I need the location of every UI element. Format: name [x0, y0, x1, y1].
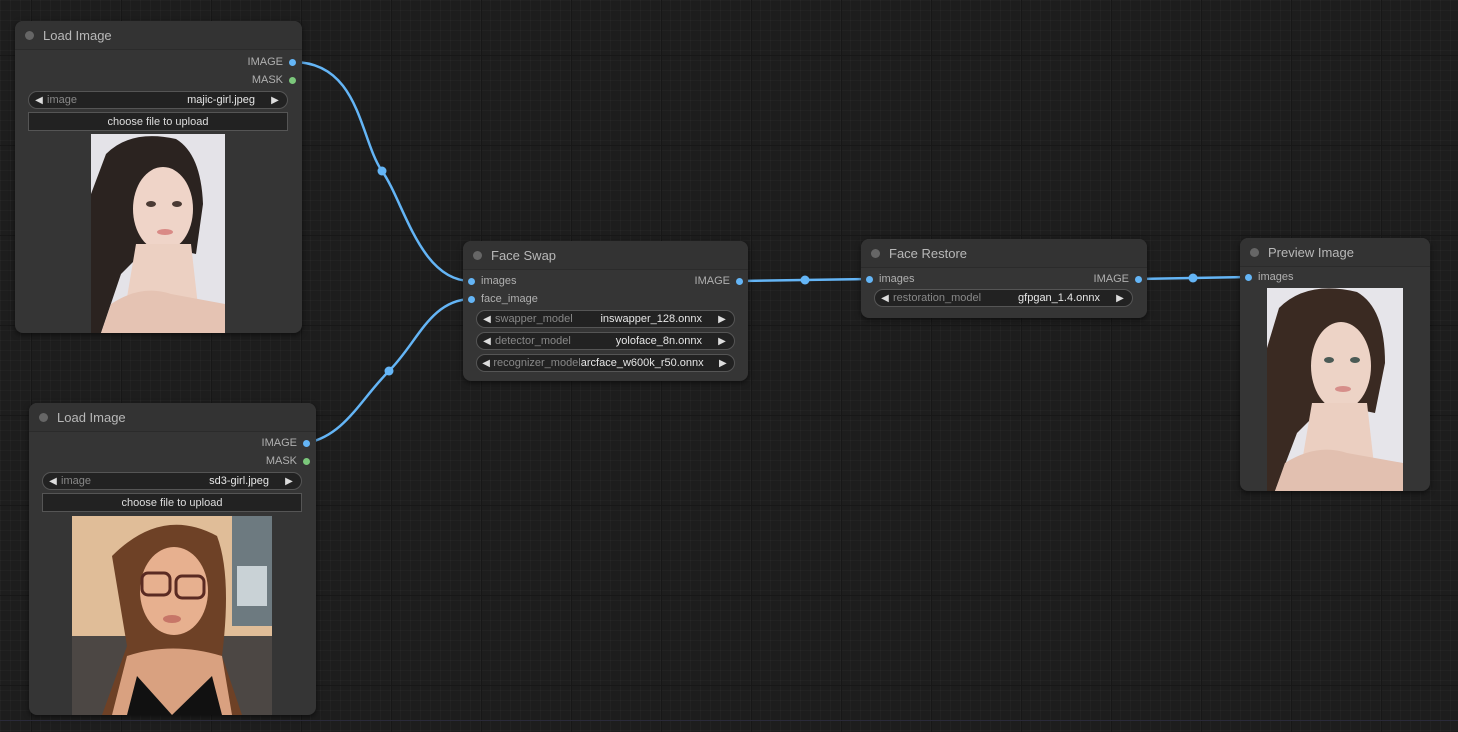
image-slot-dot-icon[interactable] [736, 277, 743, 285]
recognizer-model-combo[interactable]: ◀ recognizer_model arcface_w600k_r50.onn… [476, 354, 735, 372]
face-restore-node[interactable]: Face Restore images IMAGE ◀ restoration_… [861, 239, 1147, 318]
link-load-image-1-to-face-swap[interactable] [291, 60, 473, 283]
node-title-bar[interactable]: Face Restore [861, 239, 1147, 268]
arrow-left-icon[interactable]: ◀ [33, 95, 45, 106]
input-slot-images[interactable]: images [1245, 269, 1293, 285]
input-slot-face-image[interactable]: face_image [468, 291, 538, 307]
arrow-right-icon[interactable]: ▶ [269, 95, 281, 106]
image-preview-thumbnail [72, 516, 272, 715]
image-slot-dot-icon[interactable] [1135, 275, 1142, 283]
face-swap-node[interactable]: Face Swap images face_image IMAGE ◀ swap… [463, 241, 748, 381]
choose-file-upload-button[interactable]: choose file to upload [42, 493, 302, 512]
slot-label: MASK [265, 455, 297, 467]
link-midpoint-handle[interactable] [800, 275, 810, 285]
collapse-dot-icon[interactable] [25, 30, 34, 40]
widget-value[interactable]: sd3-girl.jpeg [209, 475, 269, 487]
node-title: Preview Image [1268, 244, 1354, 260]
widget-label: restoration_model [893, 292, 982, 304]
output-slot-image[interactable]: IMAGE [695, 273, 743, 289]
load-image-node-1[interactable]: Load Image IMAGE MASK ◀ image majic-girl… [15, 21, 302, 333]
preview-image-node[interactable]: Preview Image images [1240, 238, 1430, 491]
link-midpoint-handle[interactable] [377, 166, 387, 176]
node-title: Load Image [57, 409, 126, 425]
slot-label: MASK [251, 74, 283, 86]
node-title-bar[interactable]: Load Image [15, 21, 302, 50]
node-title: Face Swap [491, 247, 557, 263]
collapse-dot-icon[interactable] [871, 248, 880, 258]
canvas-bottom-edge [0, 720, 1458, 721]
swapper-model-combo[interactable]: ◀ swapper_model inswapper_128.onnx ▶ [476, 310, 735, 328]
collapse-dot-icon[interactable] [39, 412, 48, 422]
image-combo-widget[interactable]: ◀ image majic-girl.jpeg ▶ [28, 91, 288, 109]
widget-label: detector_model [495, 335, 571, 347]
output-image-preview [1267, 288, 1403, 491]
image-slot-dot-icon[interactable] [1245, 273, 1252, 281]
output-slot-image[interactable]: IMAGE [262, 435, 310, 451]
link-face-swap-to-face-restore[interactable] [739, 277, 871, 283]
image-slot-dot-icon[interactable] [468, 295, 475, 303]
arrow-left-icon[interactable]: ◀ [481, 336, 493, 347]
output-slot-image[interactable]: IMAGE [1094, 271, 1142, 287]
image-preview-thumbnail [91, 134, 225, 333]
widget-label: swapper_model [495, 313, 573, 325]
slot-label: IMAGE [247, 56, 283, 68]
link-face-restore-to-preview[interactable] [1136, 275, 1250, 281]
slot-label: face_image [481, 293, 538, 305]
slot-label: images [879, 273, 915, 285]
load-image-node-2[interactable]: Load Image IMAGE MASK ◀ image sd3-girl.j… [29, 403, 316, 715]
output-slot-mask[interactable]: MASK [266, 453, 310, 469]
node-graph-canvas[interactable]: Load Image IMAGE MASK ◀ image majic-girl… [0, 0, 1458, 732]
link-load-image-2-to-face-swap[interactable] [305, 297, 473, 445]
widget-value[interactable]: arcface_w600k_r50.onnx [581, 357, 704, 369]
arrow-right-icon[interactable]: ▶ [716, 314, 728, 325]
slot-label: IMAGE [1093, 273, 1129, 285]
arrow-right-icon[interactable]: ▶ [1114, 293, 1126, 304]
image-slot-dot-icon[interactable] [468, 277, 475, 285]
mask-slot-dot-icon[interactable] [289, 76, 296, 84]
node-title-bar[interactable]: Preview Image [1240, 238, 1430, 267]
widget-value[interactable]: gfpgan_1.4.onnx [1018, 292, 1100, 304]
arrow-left-icon[interactable]: ◀ [879, 293, 891, 304]
arrow-right-icon[interactable]: ▶ [716, 336, 728, 347]
link-midpoint-handle[interactable] [384, 366, 394, 376]
widget-label: image [47, 94, 77, 106]
slot-label: IMAGE [261, 437, 297, 449]
input-slot-images[interactable]: images [866, 271, 914, 287]
input-slot-images[interactable]: images [468, 273, 516, 289]
collapse-dot-icon[interactable] [1250, 247, 1259, 257]
slot-label: IMAGE [694, 275, 730, 287]
widget-value[interactable]: yoloface_8n.onnx [616, 335, 702, 347]
link-midpoint-handle[interactable] [1188, 273, 1198, 283]
detector-model-combo[interactable]: ◀ detector_model yoloface_8n.onnx ▶ [476, 332, 735, 350]
arrow-left-icon[interactable]: ◀ [481, 314, 493, 325]
arrow-right-icon[interactable]: ▶ [283, 476, 295, 487]
slot-label: images [481, 275, 517, 287]
node-title: Load Image [43, 27, 112, 43]
output-slot-mask[interactable]: MASK [252, 72, 296, 88]
node-title: Face Restore [889, 245, 968, 261]
arrow-left-icon[interactable]: ◀ [47, 476, 59, 487]
image-combo-widget[interactable]: ◀ image sd3-girl.jpeg ▶ [42, 472, 302, 490]
widget-value[interactable]: inswapper_128.onnx [600, 313, 702, 325]
collapse-dot-icon[interactable] [473, 250, 482, 260]
widget-value[interactable]: majic-girl.jpeg [187, 94, 255, 106]
arrow-left-icon[interactable]: ◀ [481, 358, 491, 369]
node-title-bar[interactable]: Load Image [29, 403, 316, 432]
slot-label: images [1258, 271, 1294, 283]
choose-file-upload-button[interactable]: choose file to upload [28, 112, 288, 131]
widget-label: image [61, 475, 91, 487]
output-slot-image[interactable]: IMAGE [248, 54, 296, 70]
node-title-bar[interactable]: Face Swap [463, 241, 748, 270]
restoration-model-combo[interactable]: ◀ restoration_model gfpgan_1.4.onnx ▶ [874, 289, 1133, 307]
image-slot-dot-icon[interactable] [866, 275, 873, 283]
arrow-right-icon[interactable]: ▶ [718, 358, 728, 369]
widget-label: recognizer_model [493, 357, 581, 369]
image-slot-dot-icon[interactable] [303, 439, 310, 447]
mask-slot-dot-icon[interactable] [303, 457, 310, 465]
image-slot-dot-icon[interactable] [289, 58, 296, 66]
